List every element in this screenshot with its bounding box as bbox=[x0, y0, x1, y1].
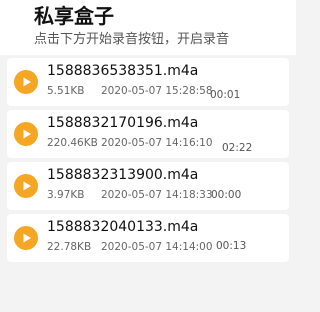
play-icon bbox=[23, 129, 31, 139]
page-title: 私享盒子 bbox=[34, 4, 114, 28]
recording-date: 2020-05-07 14:14:00 bbox=[101, 241, 213, 253]
recording-date: 2020-05-07 14:18:33 bbox=[101, 189, 213, 201]
recording-date: 2020-05-07 14:16:10 bbox=[101, 137, 213, 149]
recording-duration: 00:00 bbox=[211, 189, 242, 201]
recording-duration: 00:13 bbox=[216, 240, 247, 252]
play-icon bbox=[23, 181, 31, 191]
play-button[interactable] bbox=[14, 174, 38, 198]
play-icon bbox=[23, 233, 31, 243]
recording-duration: 00:01 bbox=[210, 89, 241, 101]
recording-filename: 1588836538351.m4a bbox=[47, 63, 199, 79]
recording-item[interactable]: 1588836538351.m4a 5.51KB 2020-05-07 15:2… bbox=[7, 58, 289, 106]
recording-duration: 02:22 bbox=[222, 142, 253, 154]
recording-date: 2020-05-07 15:28:58 bbox=[101, 85, 213, 97]
play-button[interactable] bbox=[14, 122, 38, 146]
recording-filename: 1588832170196.m4a bbox=[47, 115, 199, 131]
play-icon bbox=[23, 77, 31, 87]
recording-item[interactable]: 1588832313900.m4a 3.97KB 2020-05-07 14:1… bbox=[7, 162, 289, 210]
recording-size: 220.46KB bbox=[47, 137, 98, 149]
recording-filename: 1588832040133.m4a bbox=[47, 219, 199, 235]
app-header: 私享盒子 点击下方开始录音按钮，开启录音 bbox=[0, 0, 296, 55]
page-subtitle: 点击下方开始录音按钮，开启录音 bbox=[34, 32, 230, 47]
recording-size: 5.51KB bbox=[47, 85, 85, 97]
recording-size: 3.97KB bbox=[47, 189, 85, 201]
play-button[interactable] bbox=[14, 226, 38, 250]
recording-filename: 1588832313900.m4a bbox=[47, 167, 199, 183]
recording-size: 22.78KB bbox=[47, 241, 92, 253]
play-button[interactable] bbox=[14, 70, 38, 94]
recording-item[interactable]: 1588832170196.m4a 220.46KB 2020-05-07 14… bbox=[7, 110, 289, 158]
recording-item[interactable]: 1588832040133.m4a 22.78KB 2020-05-07 14:… bbox=[7, 214, 289, 262]
